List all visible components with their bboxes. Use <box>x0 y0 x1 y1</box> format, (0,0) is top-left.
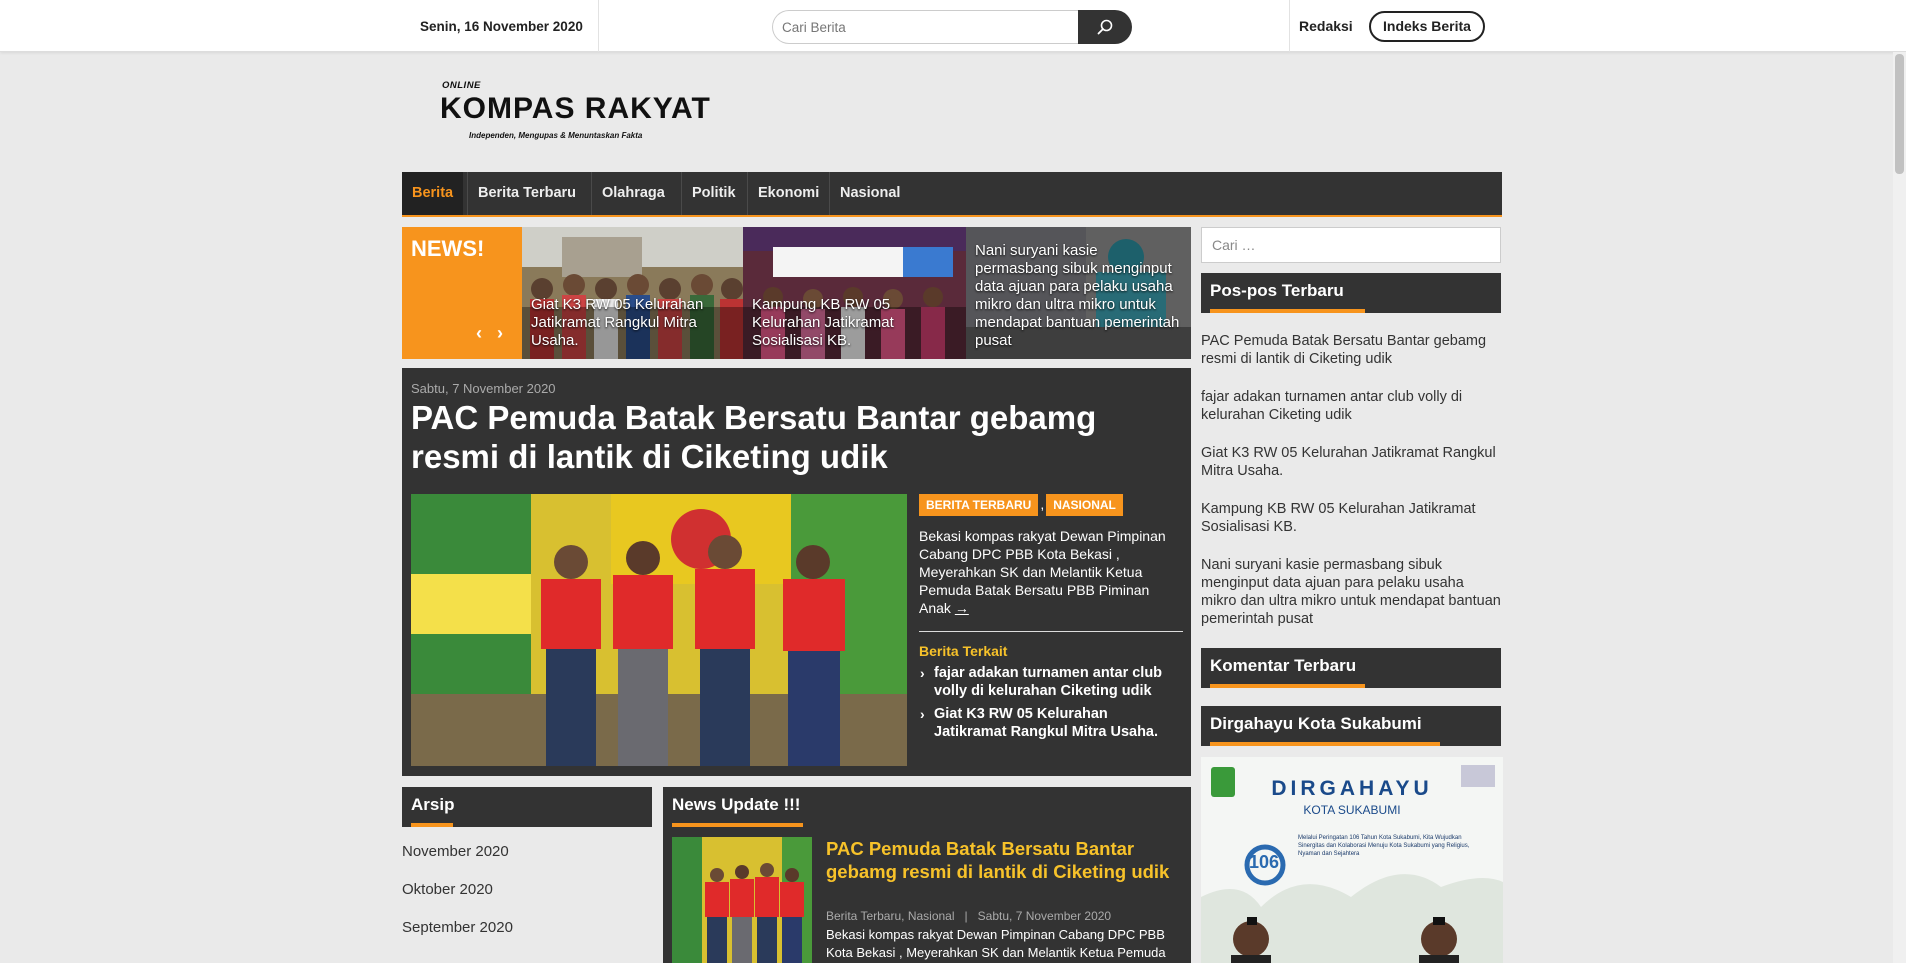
related-list: › fajar adakan turnamen antar club volly … <box>919 664 1183 741</box>
widget-title-news-update: News Update !!! <box>663 787 1191 827</box>
news-update-image[interactable] <box>672 837 812 963</box>
arsip-list: November 2020 Oktober 2020 September 202… <box>402 843 652 957</box>
ad-heading: DIRGAHAYU <box>1271 777 1433 800</box>
widget-title-recent: Pos-pos Terbaru <box>1201 273 1501 313</box>
ticker-card[interactable]: Kampung KB RW 05 Kelurahan Jatikramat So… <box>743 227 966 359</box>
related-item[interactable]: › Giat K3 RW 05 Kelurahan Jatikramat Rang… <box>919 705 1183 741</box>
widget-title-text: Dirgahayu Kota Sukabumi <box>1210 714 1422 733</box>
nav-item-nasional[interactable]: Nasional <box>830 172 910 215</box>
arsip-link[interactable]: September 2020 <box>402 919 652 957</box>
chevron-right-icon: › <box>920 665 925 681</box>
chevron-right-icon: › <box>920 706 925 722</box>
related-item-title: fajar adakan turnamen antar club volly d… <box>934 665 1163 699</box>
main-navigation: Berita Berita Terbaru Olahraga Politik E… <box>402 172 1502 217</box>
nav-item-politik[interactable]: Politik <box>682 172 746 215</box>
redaksi-link[interactable]: Redaksi <box>1299 0 1353 52</box>
featured-details: BERITA TERBARU, NASIONAL Bekasi kompas ra… <box>919 494 1183 741</box>
nav-item-olahraga[interactable]: Olahraga <box>592 172 675 215</box>
featured-article: Sabtu, 7 November 2020 PAC Pemuda Batak … <box>402 368 1191 776</box>
sukabumi-ad-banner[interactable]: DIRGAHAYU KOTA SUKABUMI 106 Melalui Peri… <box>1201 757 1503 963</box>
divider <box>919 631 1183 632</box>
widget-title-ad: Dirgahayu Kota Sukabumi <box>1201 706 1501 746</box>
widget-underline <box>1210 684 1365 688</box>
chevron-right-icon[interactable]: › <box>497 323 503 343</box>
site-logo[interactable]: ONLINE KOMPAS RAKYAT Independen, Mengupa… <box>440 78 711 144</box>
top-bar: Senin, 16 November 2020 Redaksi Indeks B… <box>0 0 1906 52</box>
nav-item-ekonomi[interactable]: Ekonomi <box>748 172 829 215</box>
recent-post-link[interactable]: Kampung KB RW 05 Kelurahan Jatikramat So… <box>1201 500 1501 536</box>
widget-title-text: Arsip <box>411 795 455 814</box>
ticker-label-box: NEWS! ‹ › <box>402 227 522 359</box>
news-update-categories[interactable]: Berita Terbaru, Nasional <box>826 909 955 923</box>
featured-photo <box>411 494 907 766</box>
category-tags: BERITA TERBARU, NASIONAL <box>919 494 1183 516</box>
widget-underline <box>1210 309 1365 313</box>
recent-post-link[interactable]: fajar adakan turnamen antar club volly d… <box>1201 388 1501 424</box>
search-icon <box>1097 19 1113 35</box>
divider <box>598 0 599 52</box>
current-date: Senin, 16 November 2020 <box>420 19 583 34</box>
header-search-button[interactable] <box>1078 10 1132 44</box>
news-update-title[interactable]: PAC Pemuda Batak Bersatu Bantar gebamg r… <box>826 837 1176 883</box>
widget-title-arsip: Arsip <box>402 787 652 827</box>
scrollbar-thumb[interactable] <box>1895 54 1904 174</box>
widget-title-text: Pos-pos Terbaru <box>1210 281 1344 300</box>
featured-title[interactable]: PAC Pemuda Batak Bersatu Bantar gebamg r… <box>411 398 1171 476</box>
related-title: Berita Terkait <box>919 643 1008 659</box>
related-item[interactable]: › fajar adakan turnamen antar club volly … <box>919 664 1183 700</box>
logo-tagline: Independen, Mengupas & Menuntaskan Fakta <box>469 131 643 140</box>
news-update-date: Sabtu, 7 November 2020 <box>977 909 1112 923</box>
featured-image[interactable] <box>411 494 907 766</box>
chevron-left-icon[interactable]: ‹ <box>476 323 482 343</box>
meta-separator: | <box>964 909 968 923</box>
widget-underline <box>411 823 453 827</box>
recent-post-link[interactable]: PAC Pemuda Batak Bersatu Bantar gebamg r… <box>1201 332 1501 368</box>
sidebar-search-input[interactable] <box>1201 227 1501 263</box>
recent-post-link[interactable]: Giat K3 RW 05 Kelurahan Jatikramat Rangk… <box>1201 444 1501 480</box>
logo-name: KOMPAS RAKYAT <box>440 92 711 125</box>
ad-text: Melalui Peringatan 106 Tahun Kota Sukabu… <box>1298 835 1470 857</box>
widget-title-text: News Update !!! <box>672 795 801 814</box>
category-tag[interactable]: NASIONAL <box>1046 494 1123 516</box>
category-tag[interactable]: BERITA TERBARU <box>919 494 1039 516</box>
nav-item-berita-terbaru[interactable]: Berita Terbaru <box>468 172 586 215</box>
news-update-photo <box>672 837 812 963</box>
news-update-meta: Berita Terbaru, Nasional | Sabtu, 7 Nove… <box>826 909 1111 923</box>
featured-date: Sabtu, 7 November 2020 <box>411 381 556 396</box>
category-separator: , <box>1040 496 1045 512</box>
divider <box>1289 0 1290 52</box>
related-item-title: Giat K3 RW 05 Kelurahan Jatikramat Rangk… <box>934 706 1159 740</box>
news-update-item: PAC Pemuda Batak Bersatu Bantar gebamg r… <box>663 827 1191 963</box>
header-search <box>772 10 1132 44</box>
header-search-input[interactable] <box>772 10 1078 44</box>
read-more-arrow-icon[interactable]: → <box>955 600 969 616</box>
ticker-card[interactable]: Nani suryani kasie permasbang sibuk meng… <box>966 227 1191 359</box>
recent-post-link[interactable]: Nani suryani kasie permasbang sibuk meng… <box>1201 556 1501 628</box>
ticker-caption: Giat K3 RW 05 Kelurahan Jatikramat Rangk… <box>531 296 704 349</box>
indeks-berita-button[interactable]: Indeks Berita <box>1369 11 1485 42</box>
page-scrollbar[interactable] <box>1893 52 1906 963</box>
ticker-caption: Nani suryani kasie permasbang sibuk meng… <box>975 242 1180 349</box>
recent-posts-list: PAC Pemuda Batak Bersatu Bantar gebamg r… <box>1201 332 1501 648</box>
ticker-arrows: ‹ › <box>476 323 503 344</box>
ad-subheading: KOTA SUKABUMI <box>1303 803 1401 817</box>
ad-number: 106 <box>1249 852 1280 872</box>
widget-title-text: Komentar Terbaru <box>1210 656 1357 675</box>
featured-excerpt: Bekasi kompas rakyat Dewan Pimpinan Caba… <box>919 527 1183 617</box>
arsip-link[interactable]: November 2020 <box>402 843 652 881</box>
logo-online-label: ONLINE <box>442 80 481 91</box>
widget-title-comments: Komentar Terbaru <box>1201 648 1501 688</box>
ticker-caption: Kampung KB RW 05 Kelurahan Jatikramat So… <box>752 296 894 349</box>
ticker-label: NEWS! <box>411 236 485 261</box>
widget-underline <box>1210 742 1440 746</box>
news-update-excerpt: Bekasi kompas rakyat Dewan Pimpinan Caba… <box>826 927 1166 960</box>
arsip-link[interactable]: Oktober 2020 <box>402 881 652 919</box>
ticker-card[interactable]: Giat K3 RW 05 Kelurahan Jatikramat Rangk… <box>522 227 743 359</box>
nav-item-berita[interactable]: Berita <box>402 172 464 215</box>
news-ticker: NEWS! ‹ › Giat K3 RW 05 Kelurahan Jatikr… <box>402 227 1191 359</box>
